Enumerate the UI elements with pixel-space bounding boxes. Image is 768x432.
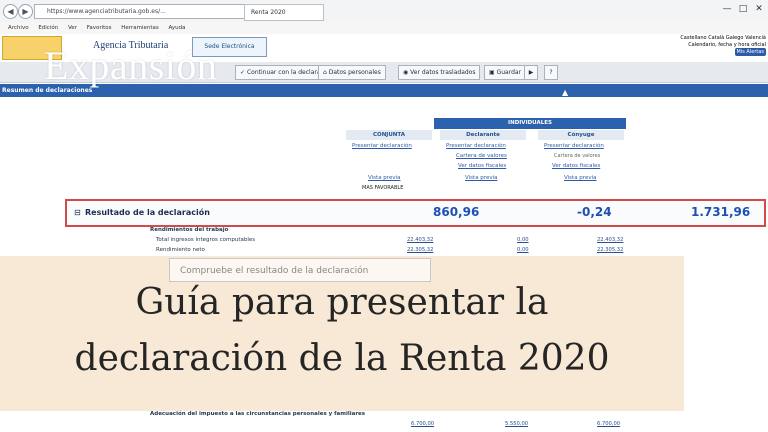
browser-window: ◀ ▶ https://www.agenciatributaria.gob.es… xyxy=(0,0,768,432)
col-conjunta: CONJUNTA xyxy=(346,130,432,140)
help-icon[interactable]: ? xyxy=(544,65,558,80)
cartera-declarante-link[interactable]: Cartera de valores xyxy=(456,152,507,160)
lang-valencia[interactable]: Valencià xyxy=(745,35,766,41)
total-conjunta[interactable]: 22.403,32 xyxy=(407,236,433,244)
adecuacion-conyuge[interactable]: 6.700,00 xyxy=(597,420,620,428)
menu-archivo[interactable]: Archivo xyxy=(8,25,29,31)
menu-herramientas[interactable]: Herramientas xyxy=(121,25,158,31)
maximize-icon[interactable]: □ xyxy=(736,2,750,16)
back-icon[interactable]: ◀ xyxy=(3,4,18,19)
minimize-icon[interactable]: — xyxy=(720,2,734,16)
alerts-link[interactable]: Mis Alertas xyxy=(732,48,766,56)
result-declarante: -0,24 xyxy=(577,205,612,219)
browser-titlebar: ◀ ▶ https://www.agenciatributaria.gob.es… xyxy=(0,0,768,23)
neto-conjunta[interactable]: 22.305,32 xyxy=(407,246,433,254)
alerts-chip[interactable]: Mis Alertas xyxy=(734,48,766,56)
personal-data-button[interactable]: ⌂ Datos personales xyxy=(318,65,386,80)
view-data-button[interactable]: ◉ Ver datos trasladados xyxy=(398,65,481,80)
rendimientos-heading[interactable]: Rendimientos del trabajo xyxy=(150,226,228,234)
save-button[interactable]: ▣ Guardar xyxy=(484,65,527,80)
presentar-declarante-link[interactable]: Presentar declaración xyxy=(446,142,506,150)
lang-castellano[interactable]: Castellano xyxy=(680,35,706,41)
result-row: ⊟ Resultado de la declaración 860,96 -0,… xyxy=(65,199,766,227)
cursor-icon: ▲ xyxy=(562,88,569,97)
person-icon: ⌂ xyxy=(323,69,327,76)
result-conjunta: 860,96 xyxy=(433,205,480,219)
vista-previa-conjunta-link[interactable]: Vista previa xyxy=(368,174,400,182)
expansion-watermark: Expansión xyxy=(44,43,218,88)
datos-fiscales-conyuge-link[interactable]: Ver datos fiscales xyxy=(552,162,600,170)
check-icon: ✓ xyxy=(240,69,246,76)
neto-declarante[interactable]: 0,00 xyxy=(517,246,529,254)
menu-favoritos[interactable]: Favoritos xyxy=(87,25,112,31)
datos-fiscales-declarante-link[interactable]: Ver datos fiscales xyxy=(458,162,506,170)
vista-previa-declarante-link[interactable]: Vista previa xyxy=(465,174,497,182)
menu-ver[interactable]: Ver xyxy=(68,25,77,31)
menu-ayuda[interactable]: Ayuda xyxy=(169,25,186,31)
close-icon[interactable]: ✕ xyxy=(752,2,766,16)
address-text: https://www.agenciatributaria.gob.es/... xyxy=(47,8,166,15)
total-ingresos-label: Total ingresos íntegros computables xyxy=(156,237,256,243)
presentar-conjunta-link[interactable]: Presentar declaración xyxy=(352,142,412,150)
col-conyuge: Cónyuge xyxy=(538,130,624,140)
individuales-header: INDIVIDUALES xyxy=(434,118,626,129)
result-conyuge: 1.731,96 xyxy=(691,205,751,219)
rendimiento-neto-label: Rendimiento neto xyxy=(156,247,205,253)
overlay-line-2: declaración de la Renta 2020 xyxy=(74,338,610,379)
lang-galego[interactable]: Galego xyxy=(726,35,744,41)
save-icon: ▣ xyxy=(489,69,495,76)
vista-previa-conyuge-link[interactable]: Vista previa xyxy=(564,174,596,182)
adecuacion-conjunta[interactable]: 6.700,00 xyxy=(411,420,434,428)
tooltip: Compruebe el resultado de la declaración xyxy=(169,258,431,282)
presentar-conyuge-link[interactable]: Presentar declaración xyxy=(544,142,604,150)
neto-conyuge[interactable]: 22.305,32 xyxy=(597,246,623,254)
adecuacion-heading[interactable]: Adecuación del impuesto a las circunstan… xyxy=(150,410,365,418)
minus-icon: ⊟ xyxy=(74,208,81,217)
menu-edicion[interactable]: Edición xyxy=(38,25,58,31)
adecuacion-declarante[interactable]: 5.550,00 xyxy=(505,420,528,428)
forward-icon[interactable]: ▶ xyxy=(18,4,33,19)
view-icon: ◉ xyxy=(403,69,409,76)
language-links: Castellano Català Galego Valencià xyxy=(680,35,766,41)
lang-catala[interactable]: Català xyxy=(708,35,724,41)
next-icon[interactable]: ▶ xyxy=(524,65,538,80)
address-bar[interactable]: https://www.agenciatributaria.gob.es/... xyxy=(34,4,246,19)
tab-renta[interactable]: Renta 2020 xyxy=(244,4,324,21)
overlay-line-1: Guía para presentar la xyxy=(135,282,549,323)
tab-title: Renta 2020 xyxy=(251,9,286,16)
total-conyuge[interactable]: 22.403,32 xyxy=(597,236,623,244)
total-declarante[interactable]: 0,00 xyxy=(517,236,529,244)
result-label: Resultado de la declaración xyxy=(85,208,210,217)
col-declarante: Declarante xyxy=(440,130,526,140)
mas-favorable-text: MAS FAVORABLE xyxy=(362,185,404,191)
cartera-conyuge-text: Cartera de valores xyxy=(554,153,601,159)
